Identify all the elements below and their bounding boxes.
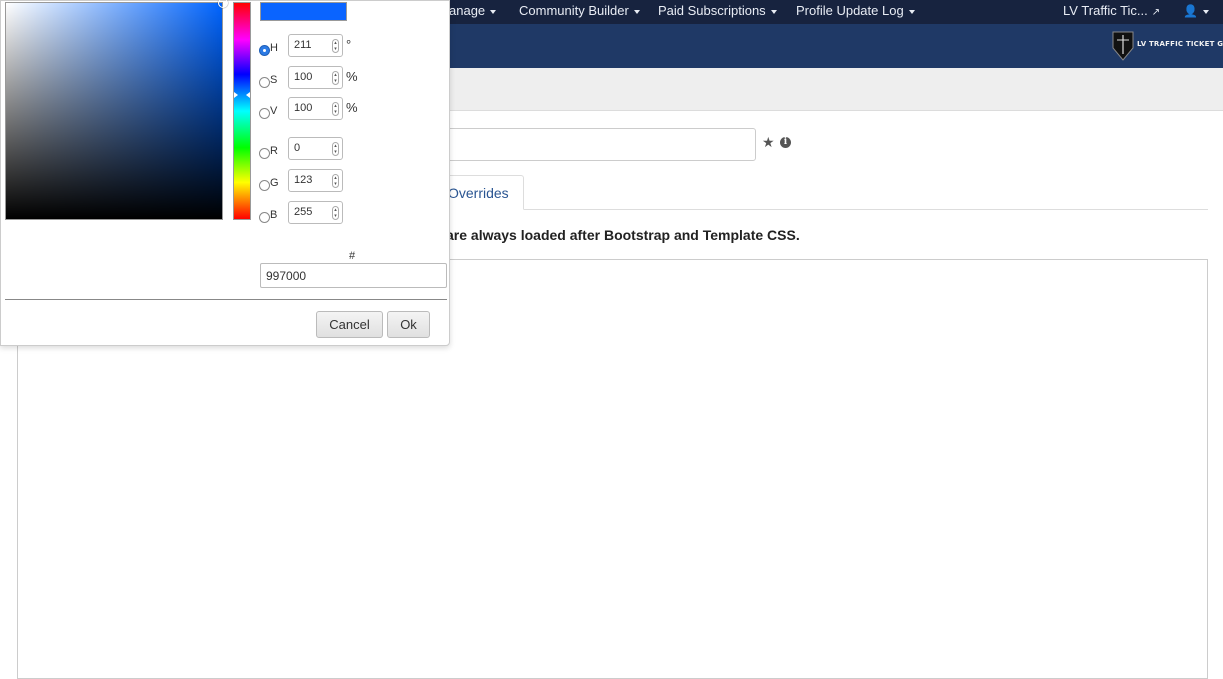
hex-input[interactable]: 997000 bbox=[260, 263, 447, 288]
field-hue-label: H bbox=[270, 42, 278, 54]
spinner-arrows-icon[interactable]: ▴ ▾ bbox=[332, 174, 339, 188]
site-link-label: LV Traffic Tic... bbox=[1063, 3, 1148, 18]
user-icon: 👤 bbox=[1183, 4, 1198, 18]
hue-value: 211 bbox=[294, 39, 312, 51]
spinner-arrows-icon[interactable]: ▴ ▾ bbox=[332, 71, 339, 85]
green-input[interactable]: 123 ▴ ▾ bbox=[288, 169, 343, 192]
saturation-value-field[interactable] bbox=[5, 0, 228, 220]
red-value: 0 bbox=[294, 142, 301, 154]
value-unit: % bbox=[346, 100, 358, 115]
saturation-unit: % bbox=[346, 69, 358, 84]
green-value: 123 bbox=[294, 174, 313, 186]
blue-value: 255 bbox=[294, 206, 313, 218]
hue-unit: ° bbox=[346, 37, 352, 52]
caret-down-icon bbox=[490, 9, 497, 14]
site-logo[interactable]: LV TRAFFIC TICKET GUY bbox=[1111, 30, 1223, 62]
tab-overrides-label: Overrides bbox=[448, 185, 509, 201]
spinner-arrows-icon[interactable]: ▴ ▾ bbox=[332, 142, 339, 156]
nav-manage-label: anage bbox=[449, 3, 486, 18]
hue-input[interactable]: 211 ▴ ▾ bbox=[288, 34, 343, 57]
saturation-value: 100 bbox=[294, 71, 313, 83]
field-saturation-label: S bbox=[270, 74, 278, 86]
nav-profile-update-log[interactable]: Profile Update Log bbox=[796, 0, 915, 24]
user-menu[interactable]: 👤 bbox=[1183, 0, 1209, 24]
radio-green[interactable] bbox=[259, 180, 270, 191]
radio-red[interactable] bbox=[259, 148, 270, 159]
hue-marker-left-icon[interactable] bbox=[234, 92, 238, 98]
field-blue-label: B bbox=[270, 209, 278, 221]
title-input[interactable] bbox=[420, 128, 756, 161]
spinner-arrows-icon[interactable]: ▴ ▾ bbox=[332, 39, 339, 53]
nav-community-builder-label: Community Builder bbox=[519, 3, 629, 18]
field-green-label: G bbox=[270, 177, 279, 189]
hex-label: # bbox=[349, 250, 356, 262]
nav-community-builder[interactable]: Community Builder bbox=[519, 0, 640, 24]
radio-saturation[interactable] bbox=[259, 77, 270, 88]
nav-paid-subscriptions-label: Paid Subscriptions bbox=[658, 3, 766, 18]
nav-paid-subscriptions[interactable]: Paid Subscriptions bbox=[658, 0, 777, 24]
saturation-input[interactable]: 100 ▴ ▾ bbox=[288, 66, 343, 89]
hex-value: 997000 bbox=[266, 269, 307, 283]
radio-blue[interactable] bbox=[259, 212, 270, 223]
hue-slider[interactable] bbox=[233, 2, 251, 220]
radio-value[interactable] bbox=[259, 108, 270, 119]
color-picker-dialog: H 211 ▴ ▾ ° S 100 ▴ ▾ % V 100 ▴ ▾ % R 0 ▴ ▾ bbox=[0, 0, 450, 346]
field-value-label: V bbox=[270, 105, 278, 117]
red-input[interactable]: 0 ▴ ▾ bbox=[288, 137, 343, 160]
spinner-arrows-icon[interactable]: ▴ ▾ bbox=[332, 102, 339, 116]
nav-manage[interactable]: anage bbox=[449, 0, 497, 24]
caret-down-icon bbox=[1202, 9, 1209, 14]
caret-down-icon bbox=[770, 9, 777, 14]
css-load-note: are always loaded after Bootstrap and Te… bbox=[446, 227, 800, 243]
color-preview-swatch bbox=[260, 2, 347, 21]
blue-input[interactable]: 255 ▴ ▾ bbox=[288, 201, 343, 224]
value-input[interactable]: 100 ▴ ▾ bbox=[288, 97, 343, 120]
spinner-arrows-icon[interactable]: ▴ ▾ bbox=[332, 206, 339, 220]
external-link-icon: ↗ bbox=[1151, 7, 1161, 18]
site-link[interactable]: LV Traffic Tic... ↗ bbox=[1063, 0, 1160, 24]
info-icon[interactable]: i bbox=[780, 137, 791, 148]
hue-marker-right-icon[interactable] bbox=[246, 92, 250, 98]
field-red-label: R bbox=[270, 145, 278, 157]
radio-hue[interactable] bbox=[259, 45, 270, 56]
logo-emblem-icon bbox=[1112, 31, 1134, 61]
caret-down-icon bbox=[633, 9, 640, 14]
caret-down-icon bbox=[908, 9, 915, 14]
sv-handle[interactable] bbox=[218, 0, 228, 8]
value-value: 100 bbox=[294, 102, 313, 114]
cancel-button[interactable]: Cancel bbox=[316, 311, 383, 338]
picker-divider bbox=[5, 299, 447, 300]
logo-text: LV TRAFFIC TICKET GUY bbox=[1137, 40, 1223, 48]
ok-button[interactable]: Ok bbox=[387, 311, 430, 338]
nav-profile-update-log-label: Profile Update Log bbox=[796, 3, 904, 18]
star-icon[interactable]: ★ bbox=[762, 134, 775, 151]
